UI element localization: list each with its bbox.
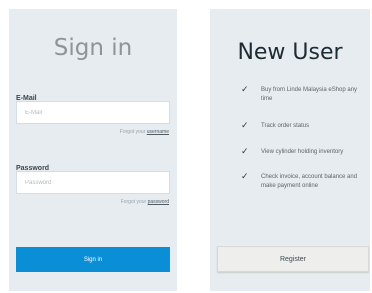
signin-panel: Sign in E-Mail Forgot your username Pass…: [9, 9, 177, 291]
check-icon: ✓: [241, 85, 249, 95]
benefit-text: Check invoice, account balance and make …: [261, 174, 358, 189]
benefit-item: ✓ Track order status: [241, 122, 361, 131]
forgot-password: Forgot your password: [121, 199, 169, 205]
benefit-item: ✓ Check invoice, account balance and mak…: [241, 173, 361, 191]
benefit-item: ✓ View cylinder holding inventory: [241, 148, 361, 157]
forgot-password-prefix: Forgot your: [120, 199, 147, 205]
check-icon: ✓: [241, 121, 249, 131]
forgot-username-link[interactable]: username: [147, 129, 169, 135]
new-user-panel: New User ✓ Buy from Linde Malaysia eShop…: [210, 9, 370, 291]
check-icon: ✓: [241, 172, 249, 182]
forgot-username: Forgot your username: [120, 129, 169, 135]
benefit-text: Track order status: [261, 123, 310, 129]
signin-title: Sign in: [53, 35, 133, 61]
benefit-text: Buy from Linde Malaysia eShop any time: [261, 87, 358, 102]
register-button[interactable]: Register: [217, 246, 369, 272]
check-icon: ✓: [241, 147, 249, 157]
signin-button[interactable]: Sign in: [16, 247, 170, 272]
password-field[interactable]: [16, 171, 170, 194]
benefit-text: View cylinder holding inventory: [261, 149, 344, 155]
benefit-item: ✓ Buy from Linde Malaysia eShop any time: [241, 86, 361, 104]
forgot-username-prefix: Forgot your: [119, 129, 146, 135]
new-user-title: New User: [237, 40, 343, 65]
email-field[interactable]: [16, 101, 170, 124]
forgot-password-link[interactable]: password: [148, 199, 169, 205]
